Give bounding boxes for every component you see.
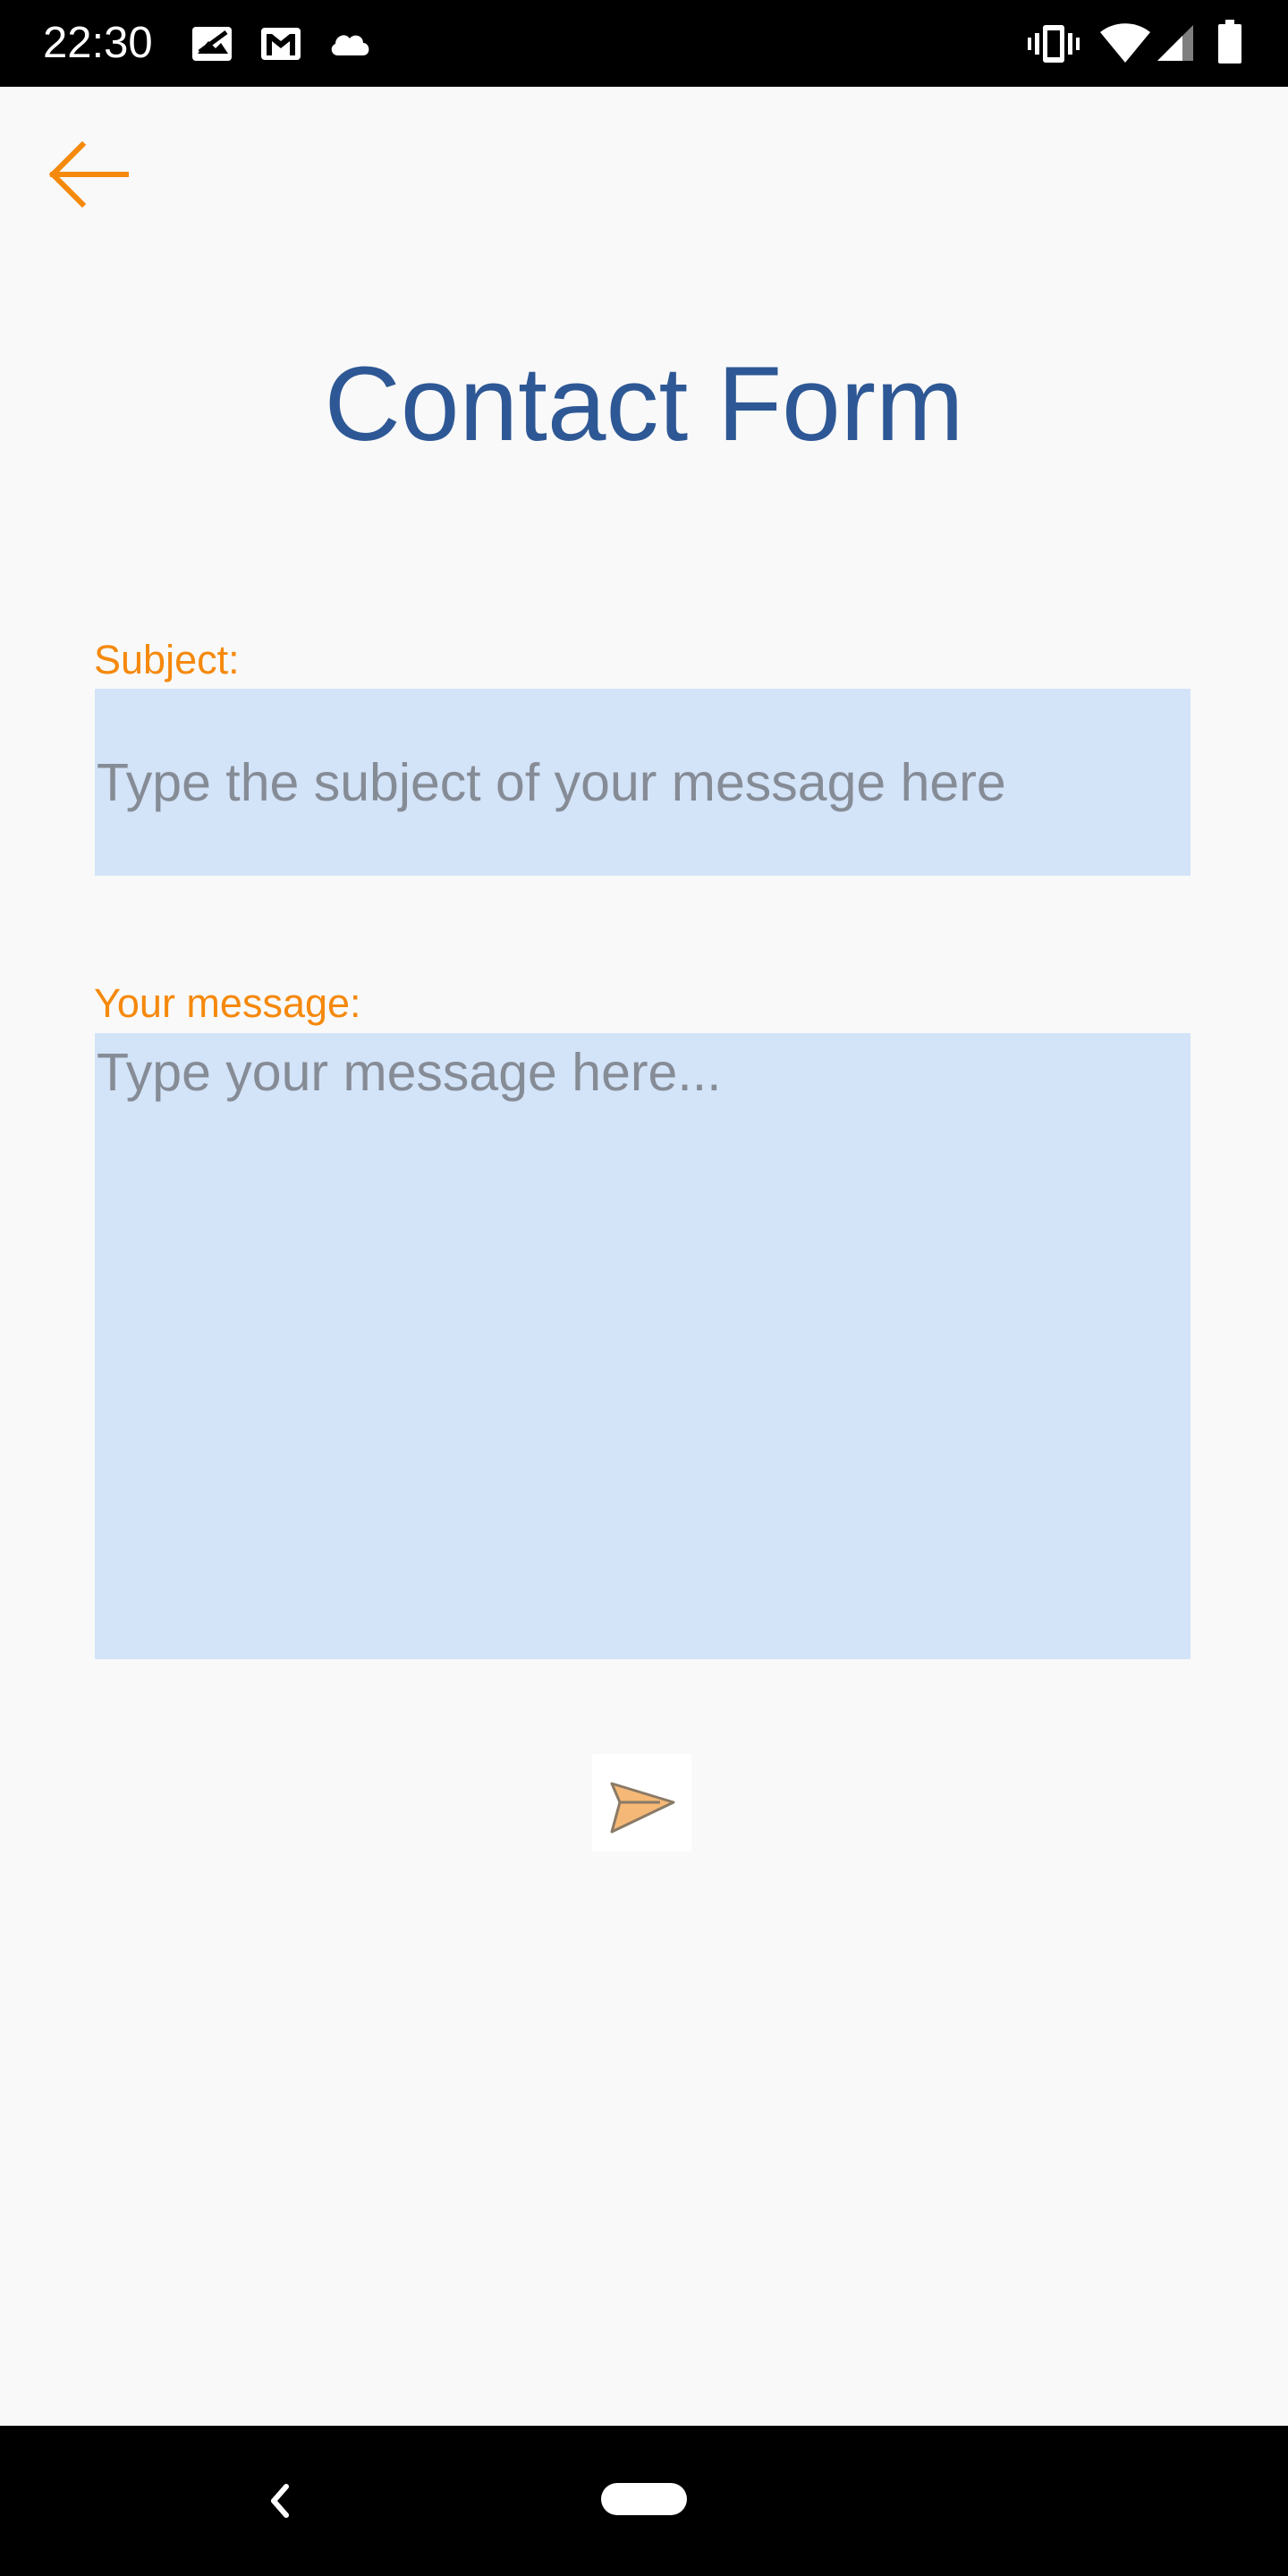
gmail-icon <box>261 28 301 60</box>
wifi-icon <box>1100 23 1150 63</box>
nav-back-icon <box>271 2484 289 2518</box>
arrow-left-icon <box>48 140 129 208</box>
subject-input[interactable] <box>95 689 1191 876</box>
vibrate-icon <box>1028 25 1080 63</box>
back-button[interactable] <box>36 134 134 215</box>
cell-signal-icon <box>1157 25 1193 61</box>
nav-back-button[interactable] <box>259 2474 299 2528</box>
paper-plane-icon <box>610 1782 675 1834</box>
navigation-bar <box>0 2426 1288 2576</box>
message-input[interactable] <box>95 1033 1191 1659</box>
photo-notification-icon <box>192 27 232 61</box>
home-pill-icon[interactable] <box>601 2483 687 2515</box>
battery-icon <box>1218 20 1241 64</box>
cloud-icon <box>331 35 369 55</box>
subject-label: Subject: <box>94 637 240 682</box>
message-label: Your message: <box>94 980 361 1026</box>
send-button[interactable] <box>592 1754 691 1852</box>
status-time: 22:30 <box>43 19 153 67</box>
status-bar: 22:30 <box>0 0 1288 87</box>
page-title: Contact Form <box>324 345 964 463</box>
